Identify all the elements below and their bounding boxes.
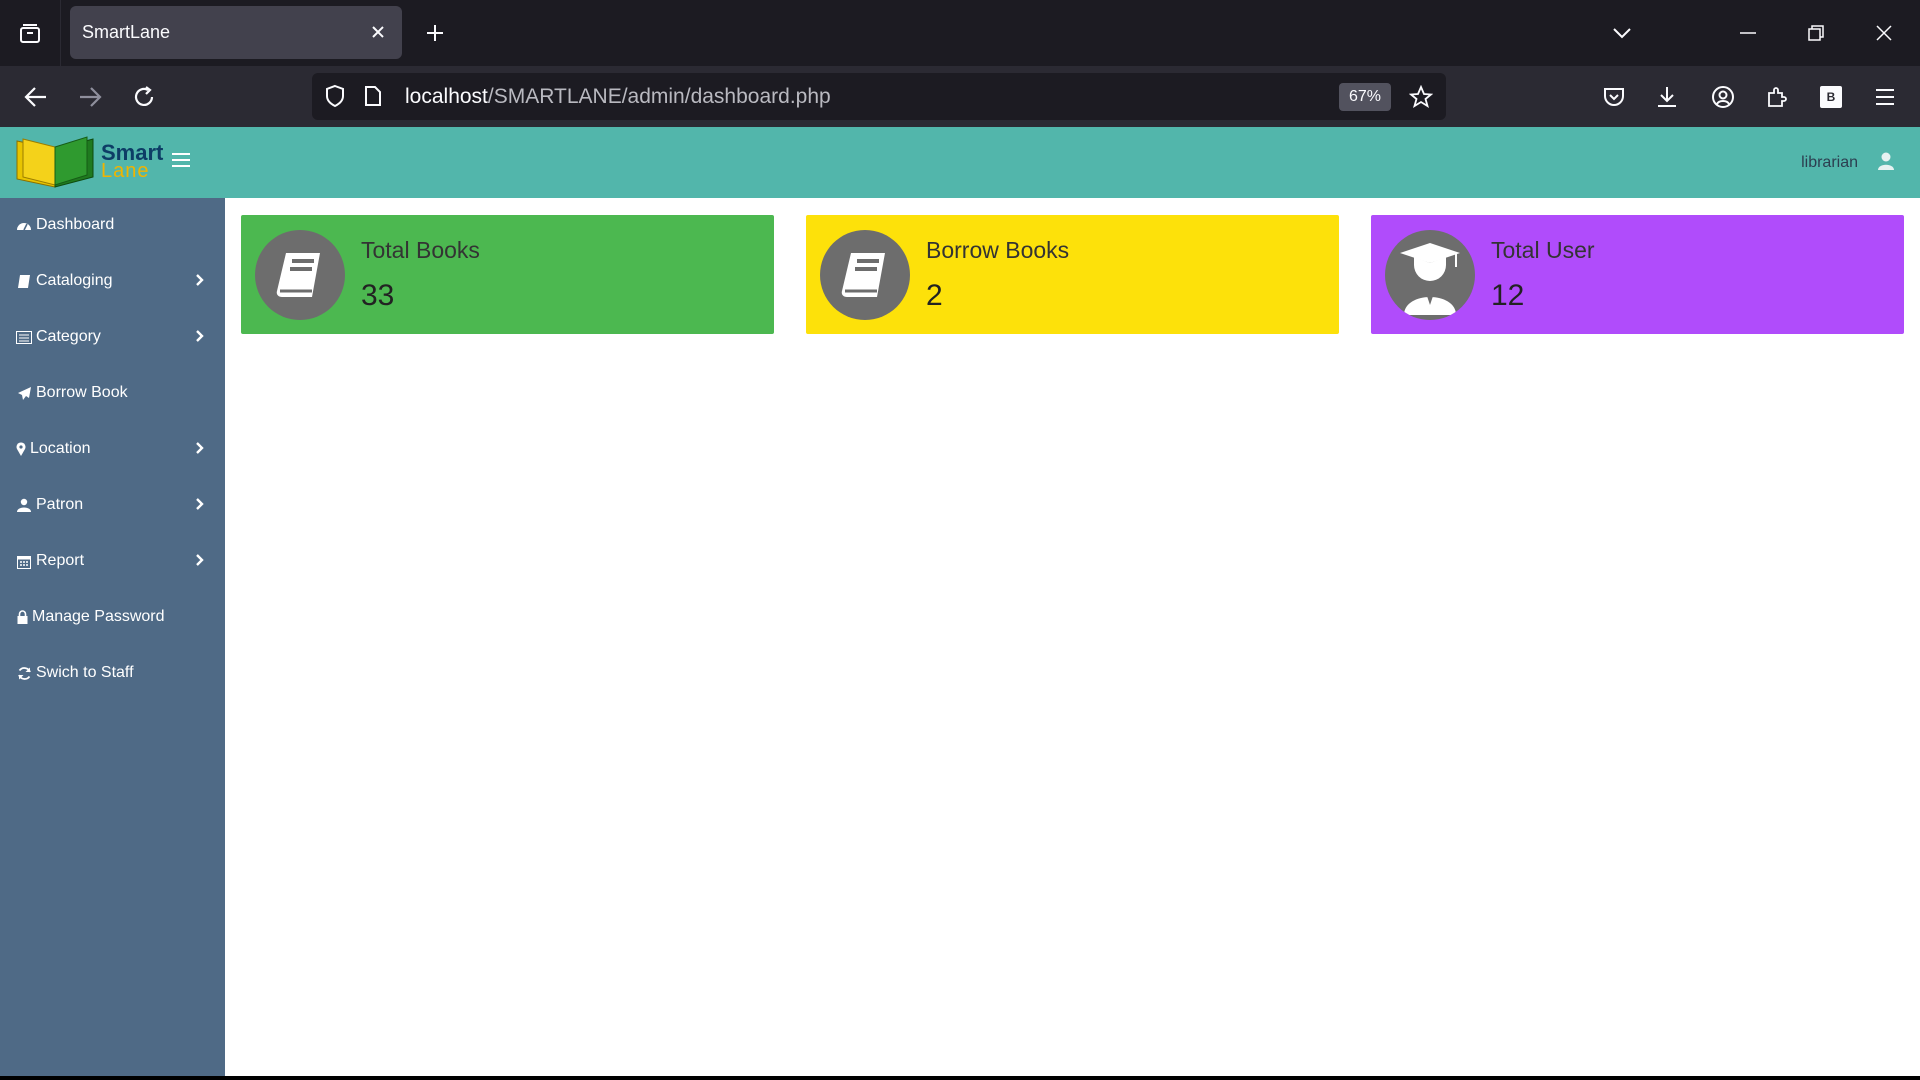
chevron-right-icon bbox=[195, 273, 205, 289]
browser-toolbar: localhost/SMARTLANE/admin/dashboard.php … bbox=[0, 66, 1920, 127]
card-value: 2 bbox=[926, 279, 943, 312]
graduate-user-icon bbox=[1385, 230, 1475, 320]
smartlane-logo[interactable]: Smart Lane bbox=[15, 135, 163, 191]
sidebar-item-dashboard[interactable]: Dashboard bbox=[0, 205, 225, 245]
zoom-level-badge[interactable]: 67% bbox=[1339, 83, 1391, 111]
chevron-right-icon bbox=[195, 329, 205, 345]
extension-b-label: B bbox=[1820, 86, 1842, 108]
extensions-icon[interactable] bbox=[1758, 78, 1796, 116]
map-marker-icon bbox=[16, 441, 26, 457]
restore-icon[interactable] bbox=[1798, 16, 1834, 50]
list-icon bbox=[16, 329, 32, 345]
bookmark-star-icon[interactable] bbox=[1406, 82, 1436, 112]
pocket-icon[interactable] bbox=[1595, 78, 1633, 116]
reload-icon[interactable] bbox=[124, 78, 164, 116]
sidebar: Dashboard Cataloging Category Borrow Boo… bbox=[0, 198, 225, 1076]
minimize-icon[interactable] bbox=[1730, 16, 1766, 50]
sidebar-item-cataloging[interactable]: Cataloging bbox=[0, 261, 225, 301]
sidebar-item-category[interactable]: Category bbox=[0, 317, 225, 357]
send-icon bbox=[16, 385, 32, 401]
account-icon[interactable] bbox=[1704, 78, 1742, 116]
dashboard-icon bbox=[16, 217, 32, 233]
sidebar-item-borrow-book[interactable]: Borrow Book bbox=[0, 373, 225, 413]
tab-separator bbox=[60, 0, 61, 66]
sidebar-item-switch-to-staff[interactable]: Swich to Staff bbox=[0, 653, 225, 693]
users-icon bbox=[16, 497, 32, 513]
chevron-right-icon bbox=[195, 441, 205, 457]
sidebar-toggle-icon[interactable] bbox=[172, 153, 190, 171]
stat-card-borrow-books[interactable]: Borrow Books 2 bbox=[806, 215, 1339, 334]
back-icon[interactable] bbox=[16, 78, 56, 116]
sidebar-item-location[interactable]: Location bbox=[0, 429, 225, 469]
menu-icon[interactable] bbox=[1866, 78, 1904, 116]
sidebar-item-label: Cataloging bbox=[36, 272, 113, 289]
card-value: 33 bbox=[361, 279, 395, 312]
page-info-icon[interactable] bbox=[364, 85, 382, 112]
sidebar-item-label: Category bbox=[36, 328, 101, 345]
calendar-icon bbox=[16, 553, 32, 569]
sidebar-item-label: Dashboard bbox=[36, 216, 115, 233]
url-host: localhost bbox=[405, 85, 488, 108]
page-content: Smart Lane librarian Dashboard Catalogin… bbox=[0, 127, 1920, 1076]
book-icon bbox=[16, 273, 32, 289]
stat-card-total-books[interactable]: Total Books 33 bbox=[241, 215, 774, 334]
sidebar-item-label: Patron bbox=[36, 496, 84, 513]
stat-card-total-user[interactable]: Total User 12 bbox=[1371, 215, 1904, 334]
book-icon bbox=[255, 230, 345, 320]
url-path: /SMARTLANE/admin/dashboard.php bbox=[487, 85, 831, 108]
sidebar-item-report[interactable]: Report bbox=[0, 541, 225, 581]
user-icon[interactable] bbox=[1876, 151, 1898, 173]
tab-list-icon[interactable] bbox=[12, 16, 48, 52]
new-tab-icon[interactable] bbox=[418, 16, 452, 50]
card-value: 12 bbox=[1491, 279, 1525, 312]
logo-text: Smart Lane bbox=[101, 142, 163, 182]
browser-tab-bar: SmartLane bbox=[0, 0, 1920, 66]
card-title: Borrow Books bbox=[926, 237, 1070, 263]
sidebar-item-label: Manage Password bbox=[32, 608, 165, 625]
sidebar-item-manage-password[interactable]: Manage Password bbox=[0, 597, 225, 637]
lock-icon bbox=[16, 609, 28, 625]
sidebar-item-label: Borrow Book bbox=[36, 384, 128, 401]
close-window-icon[interactable] bbox=[1866, 16, 1902, 50]
user-name[interactable]: librarian bbox=[1801, 154, 1858, 172]
browser-tab-active[interactable]: SmartLane bbox=[70, 6, 402, 59]
book-icon bbox=[820, 230, 910, 320]
chevron-right-icon bbox=[195, 497, 205, 513]
window-bottom-edge bbox=[0, 1076, 1920, 1080]
tab-title: SmartLane bbox=[82, 22, 171, 42]
chevron-right-icon bbox=[195, 553, 205, 569]
card-title: Total User bbox=[1491, 237, 1595, 263]
extension-b-icon[interactable]: B bbox=[1812, 78, 1850, 116]
address-bar[interactable]: localhost/SMARTLANE/admin/dashboard.php … bbox=[312, 73, 1446, 120]
refresh-icon bbox=[16, 665, 32, 681]
card-title: Total Books bbox=[361, 237, 480, 263]
url-text[interactable]: localhost/SMARTLANE/admin/dashboard.php bbox=[405, 85, 831, 109]
sidebar-item-patron[interactable]: Patron bbox=[0, 485, 225, 525]
app-header: Smart Lane librarian bbox=[0, 127, 1920, 198]
download-icon[interactable] bbox=[1648, 78, 1686, 116]
close-tab-icon[interactable] bbox=[366, 20, 390, 44]
sidebar-item-label: Report bbox=[36, 552, 85, 569]
chevron-down-icon[interactable] bbox=[1604, 16, 1640, 50]
shield-icon[interactable] bbox=[324, 84, 346, 113]
sidebar-item-label: Location bbox=[30, 440, 91, 457]
sidebar-item-label: Swich to Staff bbox=[36, 664, 134, 681]
forward-icon[interactable] bbox=[70, 78, 110, 116]
